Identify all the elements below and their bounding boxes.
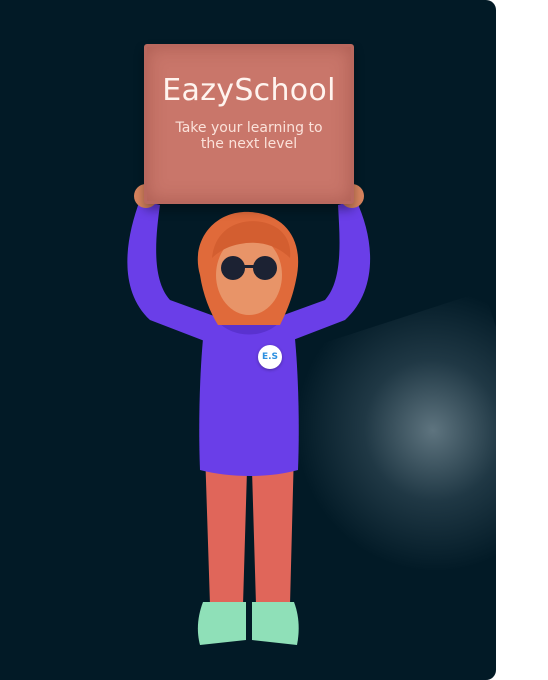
sunglass-right [253, 256, 277, 280]
es-badge: E.S [258, 345, 282, 369]
hero-panel: EazySchool Take your learning to the nex… [0, 0, 496, 680]
sunglass-bridge [243, 265, 255, 268]
sign-title: EazySchool [162, 73, 336, 108]
left-shoe [197, 602, 246, 645]
right-shoe [252, 602, 299, 645]
sunglass-left [221, 256, 245, 280]
sign-board: EazySchool Take your learning to the nex… [144, 44, 354, 204]
sign-subtitle: Take your learning to the next level [175, 120, 323, 152]
